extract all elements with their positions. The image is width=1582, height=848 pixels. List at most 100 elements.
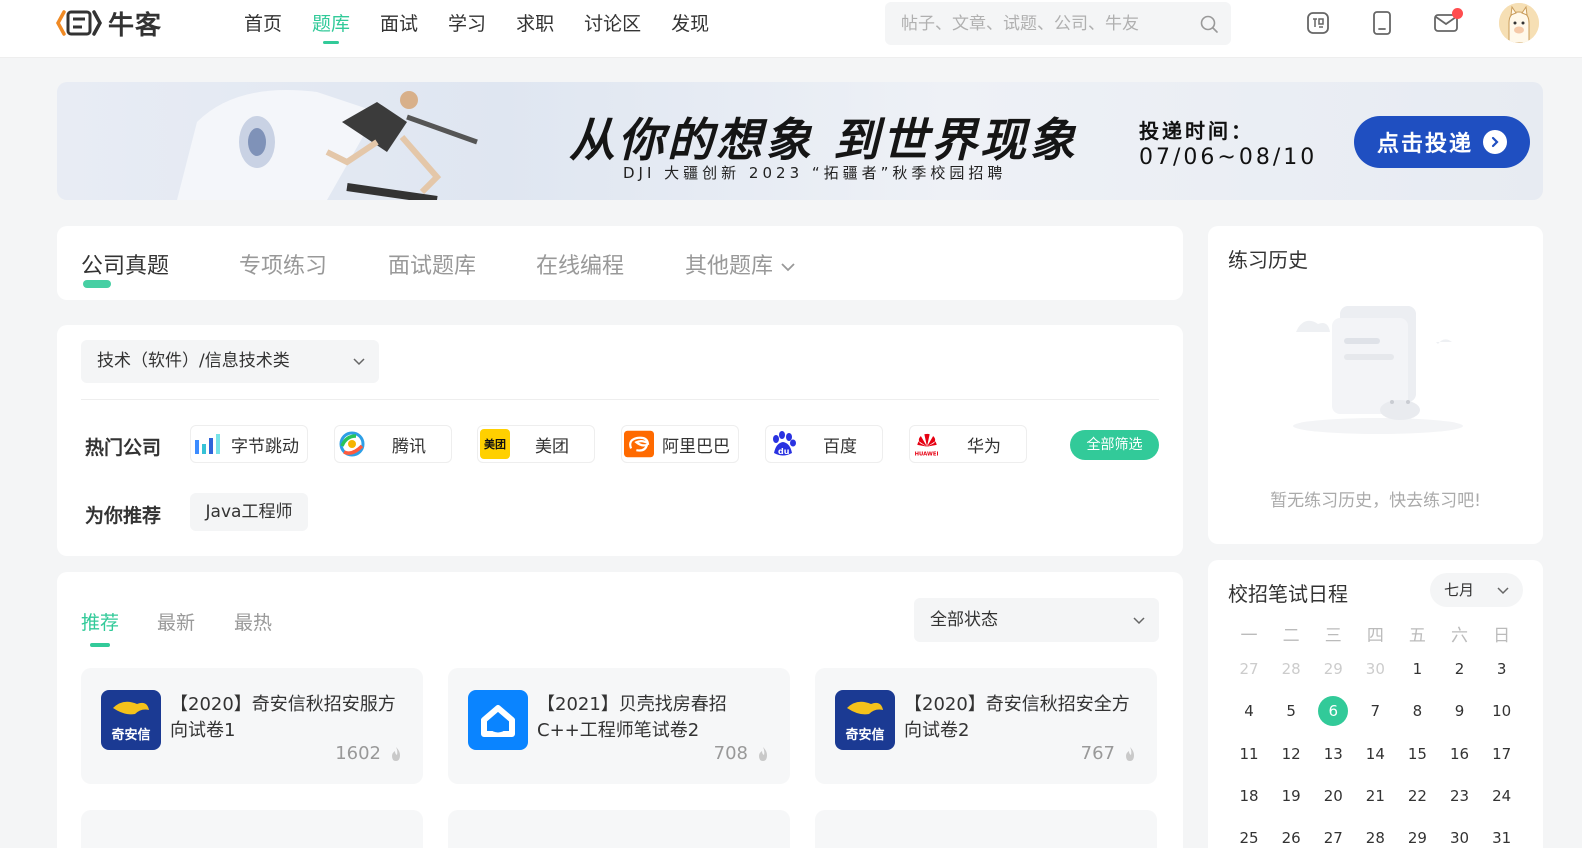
nav-item[interactable]: 求职 <box>516 0 554 48</box>
company-tag[interactable]: 阿里巴巴 <box>621 425 739 463</box>
paper-logo-text: 奇安信 <box>845 728 885 743</box>
recommend-tag-java[interactable]: Java工程师 <box>190 493 308 531</box>
month-select-value: 七月 <box>1444 581 1475 599</box>
apply-button[interactable]: 点击投递 <box>1354 116 1530 168</box>
calendar-day-today[interactable]: 6 <box>1312 690 1354 732</box>
list-tab[interactable]: 最新 <box>157 608 195 635</box>
calendar-day[interactable]: 5 <box>1270 690 1312 732</box>
calendar-day[interactable]: 9 <box>1438 690 1480 732</box>
calendar-day[interactable]: 13 <box>1312 733 1354 775</box>
calendar-day[interactable]: 27 <box>1312 817 1354 848</box>
calendar-day[interactable]: 27 <box>1228 648 1270 690</box>
calendar-day-number: 16 <box>1449 744 1470 763</box>
paper-card[interactable]: 奇安信 【2020】奇安信秋招安服方向试卷1 1602 <box>81 668 423 784</box>
company-tag[interactable]: 腾讯 <box>334 425 452 463</box>
nav-item[interactable]: 发现 <box>671 0 709 48</box>
calendar-day-number: 30 <box>1365 660 1385 679</box>
calendar-day[interactable]: 7 <box>1354 690 1396 732</box>
month-select[interactable]: 七月 <box>1430 573 1523 607</box>
company-logo-text: 美团 <box>484 438 506 451</box>
calendar-day-number: 26 <box>1281 829 1301 848</box>
all-filter-button[interactable]: 全部筛选 <box>1070 430 1159 460</box>
calendar-day-number: 31 <box>1492 829 1512 848</box>
qianxin-logo: 奇安信 <box>101 690 161 750</box>
calendar-day[interactable]: 23 <box>1438 775 1480 817</box>
calendar-day[interactable]: 8 <box>1396 690 1438 732</box>
calendar-day[interactable]: 22 <box>1396 775 1438 817</box>
tablet-icon[interactable] <box>1369 10 1395 36</box>
recruit-icon[interactable] <box>1305 10 1331 36</box>
nowcoder-logo[interactable]: 牛客 <box>56 6 162 41</box>
avatar[interactable] <box>1499 3 1539 43</box>
tab-item[interactable]: 其他题库 <box>685 248 797 280</box>
company-tag[interactable]: 字节跳动 <box>190 425 308 463</box>
tab-item[interactable]: 公司真题 <box>81 248 170 288</box>
list-tab[interactable]: 最热 <box>234 608 272 635</box>
calendar-day[interactable]: 10 <box>1481 690 1523 732</box>
dji-recruit-banner[interactable]: 从你的想象 到世界现象 DJI 大疆创新 2023 “拓疆者”秋季校园招聘 投递… <box>57 82 1543 200</box>
calendar-day[interactable]: 14 <box>1354 733 1396 775</box>
company-tag[interactable]: HUAWEI 华为 <box>909 425 1027 463</box>
calendar-day[interactable]: 2 <box>1438 648 1480 690</box>
search-box[interactable] <box>885 2 1231 45</box>
paper-title: 【2021】贝壳找房春招C++工程师笔试卷2 <box>537 694 727 741</box>
weekday-header: 日 <box>1493 625 1511 646</box>
company-tag[interactable]: du 百度 <box>765 425 883 463</box>
tab-item[interactable]: 专项练习 <box>239 248 327 280</box>
nav-item[interactable]: 面试 <box>380 0 418 48</box>
paper-card-partial[interactable] <box>81 810 423 848</box>
nav-item[interactable]: 首页 <box>244 0 282 48</box>
calendar-day[interactable]: 24 <box>1481 775 1523 817</box>
list-tab[interactable]: 推荐 <box>81 608 119 647</box>
company-name: 腾讯 <box>392 436 426 457</box>
calendar-grid: 一二三四五六日 27 28 29 30 1 2 3 4 5 6 7 8 9 10 11 12 13 14 15 16 17… <box>1228 618 1523 848</box>
filter-panel: 技术（软件）/信息技术类 热门公司 字节跳动 腾讯 美团 美团 阿里巴巴 du 百度 HUAW… <box>57 325 1183 556</box>
calendar-day[interactable]: 28 <box>1270 648 1312 690</box>
tab-label: 公司真题 <box>81 254 170 279</box>
paper-card-partial[interactable] <box>448 810 790 848</box>
calendar-day[interactable]: 29 <box>1312 648 1354 690</box>
calendar-day[interactable]: 29 <box>1396 817 1438 848</box>
calendar-day[interactable]: 19 <box>1270 775 1312 817</box>
baidu-logo: du <box>768 429 798 459</box>
recommend-label: 为你推荐 <box>85 505 162 527</box>
calendar-day[interactable]: 3 <box>1481 648 1523 690</box>
calendar-day-number: 11 <box>1239 744 1259 763</box>
calendar-day[interactable]: 12 <box>1270 733 1312 775</box>
status-select[interactable]: 全部状态 <box>914 598 1159 642</box>
calendar-day[interactable]: 16 <box>1438 733 1480 775</box>
calendar-day[interactable]: 4 <box>1228 690 1270 732</box>
calendar-day[interactable]: 28 <box>1354 817 1396 848</box>
calendar-day-number: 2 <box>1454 660 1465 679</box>
calendar-day[interactable]: 1 <box>1396 648 1438 690</box>
category-select[interactable]: 技术（软件）/信息技术类 <box>81 340 379 383</box>
calendar-day[interactable]: 20 <box>1312 775 1354 817</box>
search-icon[interactable] <box>1199 14 1219 34</box>
paper-card-partial[interactable] <box>815 810 1157 848</box>
calendar-day[interactable]: 17 <box>1481 733 1523 775</box>
calendar-day[interactable]: 21 <box>1354 775 1396 817</box>
calendar-day[interactable]: 11 <box>1228 733 1270 775</box>
company-name: 华为 <box>967 436 1001 457</box>
calendar-day[interactable]: 30 <box>1354 648 1396 690</box>
calendar-day-number: 3 <box>1496 660 1507 679</box>
calendar-day-number: 15 <box>1407 744 1427 763</box>
tab-item[interactable]: 面试题库 <box>388 248 476 280</box>
calendar-day[interactable]: 30 <box>1438 817 1480 848</box>
calendar-day-number: 20 <box>1323 787 1343 806</box>
calendar-day[interactable]: 26 <box>1270 817 1312 848</box>
paper-card[interactable]: 【2021】贝壳找房春招C++工程师笔试卷2 708 <box>448 668 790 784</box>
nav-item[interactable]: 讨论区 <box>584 0 641 48</box>
paper-card[interactable]: 奇安信 【2020】奇安信秋招安全方向试卷2 767 <box>815 668 1157 784</box>
nav-item[interactable]: 学习 <box>448 0 486 48</box>
calendar-day[interactable]: 15 <box>1396 733 1438 775</box>
company-tag[interactable]: 美团 美团 <box>477 425 595 463</box>
calendar-day[interactable]: 25 <box>1228 817 1270 848</box>
tab-item[interactable]: 在线编程 <box>536 248 624 280</box>
search-input[interactable] <box>885 2 1175 45</box>
divider <box>81 399 1159 400</box>
paper-heat: 1602 <box>335 743 403 764</box>
calendar-day[interactable]: 31 <box>1481 817 1523 848</box>
nav-item[interactable]: 题库 <box>312 0 350 48</box>
calendar-day[interactable]: 18 <box>1228 775 1270 817</box>
